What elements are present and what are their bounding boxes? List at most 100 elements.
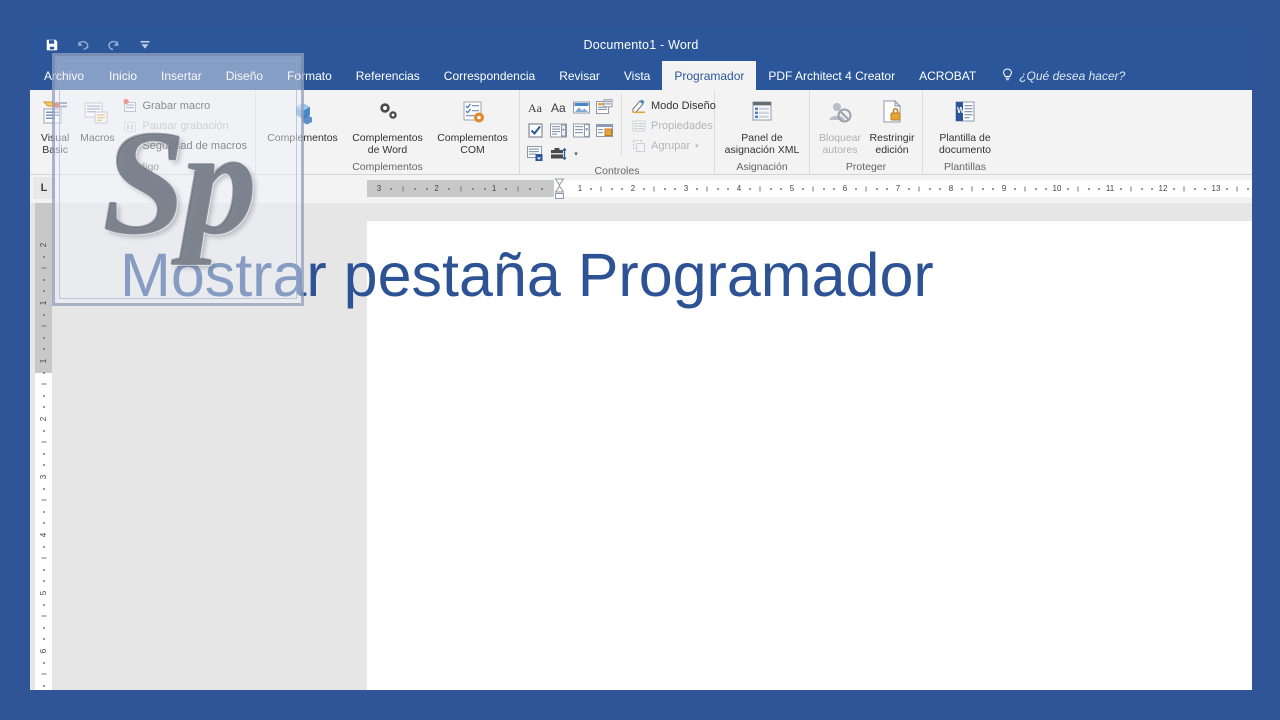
visual-basic-label-line1: Visual <box>40 132 70 144</box>
tab-inicio[interactable]: Inicio <box>97 61 149 90</box>
vruler-minor-tick <box>42 290 45 292</box>
group-button[interactable]: Agrupar ▾ <box>628 136 719 155</box>
ruler-tick-1: 1 <box>577 183 583 193</box>
legacy-tools-icon[interactable] <box>548 143 569 164</box>
block-authors-button[interactable]: Bloquear autores <box>815 94 865 156</box>
ruler-tick-10: 10 <box>1052 183 1062 193</box>
tab-formato[interactable]: Formato <box>275 61 344 90</box>
ruler-minor-tick <box>939 187 942 190</box>
ribbon-groups: Visual Basic Macros Grabar macro Pausar … <box>30 90 1007 177</box>
tab-diseno[interactable]: Diseño <box>214 61 275 90</box>
tab-vista[interactable]: Vista <box>612 61 662 90</box>
tell-me-box[interactable]: ¿Qué desea hacer? <box>988 61 1135 90</box>
tab-programador[interactable]: Programador <box>662 61 757 90</box>
ribbon-group-label-codigo: Código <box>125 161 160 173</box>
pause-recording-icon <box>122 118 138 134</box>
ruler-minor-tick <box>780 187 783 190</box>
vertical-ruler[interactable]: 2 1 1 2 3 4 5 6 <box>35 203 52 690</box>
vruler-minor-tick <box>42 684 45 687</box>
drop-down-list-content-control-icon[interactable] <box>571 120 592 141</box>
ruler-minor-tick <box>865 186 867 191</box>
ribbon-group-label-plantillas: Plantillas <box>943 161 987 173</box>
record-macro-icon <box>122 98 138 114</box>
horizontal-ruler[interactable]: 3 2 1 1 2 3 4 5 6 7 8 9 10 11 12 13 <box>367 180 1252 197</box>
ruler-minor-tick <box>610 187 613 190</box>
com-addins-label-line1: Complementos <box>437 132 508 144</box>
tab-archivo[interactable]: Archivo <box>30 61 97 90</box>
word-addins-button[interactable]: Complementos de Word <box>346 94 429 156</box>
macro-security-button[interactable]: Seguridad de macros <box>119 136 250 155</box>
addins-store-icon <box>287 97 319 129</box>
indent-marker[interactable] <box>554 175 565 203</box>
word-window: Documento1 - Word Archivo Inicio Inserta… <box>30 28 1252 690</box>
ruler-minor-tick <box>653 186 655 191</box>
document-template-label-line1: Plantilla de <box>939 132 991 144</box>
addins-store-button[interactable]: Complementos <box>261 94 344 144</box>
date-picker-content-control-icon[interactable] <box>594 120 615 141</box>
ruler-minor-tick <box>822 187 825 190</box>
tab-stop-selector[interactable]: L <box>33 177 55 199</box>
com-addins-icon <box>457 97 489 129</box>
undo-icon[interactable] <box>73 34 93 56</box>
properties-button[interactable]: Propiedades <box>628 116 719 135</box>
rich-text-content-control-icon[interactable]: Aa <box>525 97 546 118</box>
ruler-minor-tick <box>1193 187 1196 190</box>
legacy-tools-dropdown-caret[interactable]: ▾ <box>571 143 580 164</box>
desktop-background: Documento1 - Word Archivo Inicio Inserta… <box>0 0 1280 720</box>
vruler-minor-tick <box>42 638 45 640</box>
ruler-minor-tick <box>928 187 931 190</box>
record-macro-button[interactable]: Grabar macro <box>119 96 250 115</box>
customize-qat-icon[interactable] <box>135 34 155 56</box>
com-addins-button[interactable]: Complementos COM <box>431 94 514 156</box>
ruler-minor-tick <box>390 187 392 190</box>
redo-icon[interactable] <box>104 34 124 56</box>
title-bar: Documento1 - Word <box>30 28 1252 61</box>
ruler-row: L 3 2 1 1 2 3 4 5 6 7 8 9 10 11 12 13 <box>30 175 1252 203</box>
ruler-minor-tick <box>716 187 719 190</box>
repeating-section-content-control-icon[interactable] <box>525 143 546 164</box>
restrict-editing-button[interactable]: Restringir edición <box>867 94 917 156</box>
macros-icon <box>81 97 113 129</box>
ruler-minor-tick <box>759 186 761 191</box>
tab-revisar[interactable]: Revisar <box>547 61 612 90</box>
svg-text:Aa: Aa <box>551 101 566 115</box>
window-title: Documento1 - Word <box>583 37 699 52</box>
ruler-minor-tick <box>414 187 416 190</box>
save-icon[interactable] <box>42 34 62 56</box>
macro-security-icon <box>122 138 138 154</box>
macros-button[interactable]: Macros <box>77 94 117 144</box>
ruler-tick-2: 2 <box>434 183 439 193</box>
tab-pdf-architect-4-creator[interactable]: PDF Architect 4 Creator <box>756 61 907 90</box>
codigo-small-buttons: Grabar macro Pausar grabación Seguridad … <box>119 94 250 155</box>
xml-mapping-pane-button[interactable]: Panel de asignación XML <box>720 94 804 156</box>
document-heading[interactable]: Mostrar pestaña Programador <box>120 245 1220 306</box>
vruler-minor-tick <box>42 452 45 455</box>
building-block-gallery-icon[interactable] <box>594 97 615 118</box>
tab-correspondencia[interactable]: Correspondencia <box>432 61 547 90</box>
checkbox-content-control-icon[interactable] <box>525 120 546 141</box>
ruler-minor-tick <box>426 187 428 190</box>
plain-text-content-control-icon[interactable]: Aa <box>548 97 569 118</box>
visual-basic-label-line2: Basic <box>42 144 68 156</box>
ribbon-group-asignacion: Panel de asignación XML Asignación <box>715 90 810 175</box>
vruler-minor-tick <box>41 383 46 385</box>
pause-recording-button[interactable]: Pausar grabación <box>119 116 250 135</box>
visual-basic-button[interactable]: Visual Basic <box>35 94 75 156</box>
ruler-minor-tick <box>1130 186 1132 191</box>
group-dropdown-caret[interactable]: ▾ <box>695 142 699 150</box>
picture-content-control-icon[interactable] <box>571 97 592 118</box>
tab-acrobat[interactable]: ACROBAT <box>907 61 988 90</box>
vruler-minor-tick <box>42 371 45 374</box>
design-mode-button[interactable]: Modo Diseño <box>628 96 719 115</box>
ribbon-tab-strip: Archivo Inicio Insertar Diseño Formato R… <box>30 61 1252 90</box>
vruler-minor-tick <box>42 394 45 397</box>
document-template-button[interactable]: W Plantilla de documento <box>928 94 1002 156</box>
combo-box-content-control-icon[interactable] <box>548 120 569 141</box>
ruler-minor-tick <box>471 187 474 190</box>
ruler-minor-tick <box>1066 187 1069 190</box>
ruler-minor-tick <box>1045 187 1048 190</box>
group-label: Agrupar <box>651 139 691 152</box>
ruler-left-margin: 3 2 1 <box>367 180 554 197</box>
tab-referencias[interactable]: Referencias <box>344 61 432 90</box>
tab-insertar[interactable]: Insertar <box>149 61 214 90</box>
